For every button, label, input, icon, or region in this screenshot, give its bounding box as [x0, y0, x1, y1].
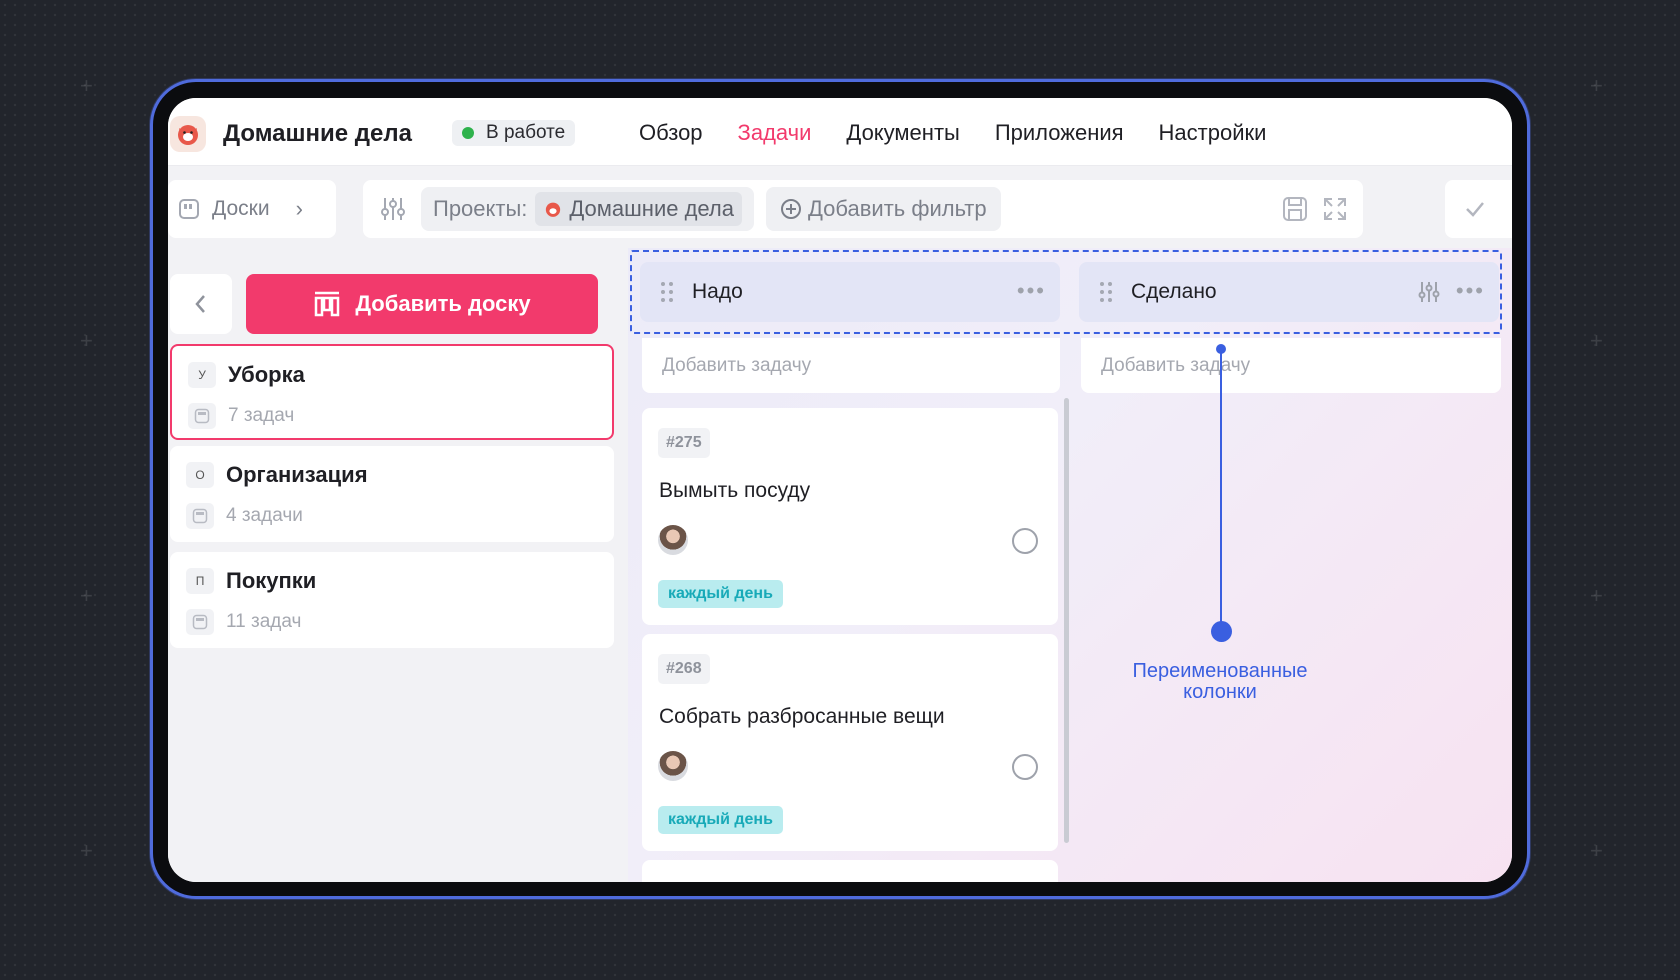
- sliders-icon[interactable]: [379, 195, 407, 223]
- confirm-panel: [1445, 180, 1512, 238]
- task-tag: каждый день: [658, 806, 783, 834]
- task-id: #275: [658, 428, 710, 458]
- expand-icon[interactable]: [1321, 195, 1349, 223]
- annotation-line-1: Переименованные: [1132, 660, 1308, 682]
- board-icon: [179, 199, 199, 219]
- status-dot-icon: [462, 127, 474, 139]
- add-board-label: Добавить доску: [355, 291, 531, 316]
- board-name: Организация: [226, 462, 368, 487]
- boards-sidebar: Добавить доску У Уборка 7 задач О Органи…: [168, 248, 614, 882]
- plus-circle-icon: [781, 199, 801, 219]
- tab-overview[interactable]: Обзор: [639, 120, 703, 146]
- status-label: В работе: [486, 122, 566, 143]
- boards-label: Доски: [212, 197, 270, 220]
- add-board-icon: [315, 291, 340, 317]
- task-card-partial[interactable]: [642, 860, 1058, 882]
- collapse-sidebar-button[interactable]: [170, 274, 232, 334]
- main-nav: Обзор Задачи Документы Приложения Настро…: [639, 120, 1301, 146]
- chevron-left-icon: [195, 295, 205, 313]
- project-value-chip[interactable]: Домашние дела: [535, 192, 742, 226]
- task-title: Вымыть посуду: [659, 479, 811, 502]
- boards-toggle[interactable]: Доски ›: [168, 180, 336, 238]
- save-icon[interactable]: [1281, 195, 1309, 223]
- board-name: Покупки: [226, 568, 317, 593]
- task-tag: каждый день: [658, 580, 783, 608]
- board-letter: У: [188, 362, 216, 388]
- project-logo-icon: [546, 202, 561, 217]
- plus-decoration: +: [80, 73, 93, 98]
- plus-decoration: +: [1590, 583, 1603, 608]
- board-letter: П: [186, 568, 214, 594]
- board-icon: [186, 503, 214, 529]
- plus-decoration: +: [80, 583, 93, 608]
- plus-decoration: +: [1590, 73, 1603, 98]
- tab-tasks[interactable]: Задачи: [738, 120, 812, 146]
- complete-task-checkbox[interactable]: [1012, 528, 1038, 554]
- filter-bar: Проекты: Домашние дела Добавить фильтр: [363, 180, 1363, 238]
- board-letter: О: [186, 462, 214, 488]
- annotation-label: Переименованные колонки: [1100, 661, 1340, 703]
- board-task-count: 4 задачи: [226, 505, 303, 526]
- board-item-organization[interactable]: О Организация 4 задачи: [170, 446, 614, 542]
- task-card[interactable]: #275 Вымыть посуду каждый день: [642, 408, 1058, 625]
- projects-filter-chip[interactable]: Проекты: Домашние дела: [421, 187, 754, 231]
- plus-decoration: +: [1590, 328, 1603, 353]
- annotation-line-2: колонки: [1183, 681, 1257, 703]
- board-item-cleaning[interactable]: У Уборка 7 задач: [170, 344, 614, 440]
- board-item-shopping[interactable]: П Покупки 11 задач: [170, 552, 614, 648]
- plus-decoration: +: [1590, 838, 1603, 863]
- project-title: Домашние дела: [223, 120, 412, 147]
- plus-decoration: +: [80, 328, 93, 353]
- task-id: #268: [658, 654, 710, 684]
- chevron-right-icon: ›: [295, 196, 303, 221]
- tab-settings[interactable]: Настройки: [1159, 120, 1267, 146]
- board-task-count: 11 задач: [226, 611, 302, 632]
- add-task-button-done[interactable]: Добавить задачу: [1081, 338, 1501, 393]
- board-icon: [188, 403, 216, 429]
- add-task-button-todo[interactable]: Добавить задачу: [642, 338, 1060, 393]
- board-task-count: 7 задач: [228, 405, 295, 426]
- add-filter-label: Добавить фильтр: [808, 196, 987, 221]
- project-value: Домашние дела: [569, 196, 734, 221]
- avatar[interactable]: [658, 751, 688, 781]
- board-icon: [186, 609, 214, 635]
- app-screen: Домашние дела В работе Обзор Задачи Доку…: [168, 98, 1512, 882]
- check-icon[interactable]: [1463, 197, 1487, 221]
- tab-apps[interactable]: Приложения: [995, 120, 1124, 146]
- projects-label: Проекты:: [433, 196, 528, 221]
- add-board-button[interactable]: Добавить доску: [246, 274, 598, 334]
- annotation-dot: [1211, 621, 1232, 642]
- tab-documents[interactable]: Документы: [846, 120, 959, 146]
- renamed-columns-highlight: [630, 250, 1502, 334]
- column-scrollbar[interactable]: [1064, 398, 1069, 843]
- annotation-line: [1220, 348, 1222, 631]
- avatar[interactable]: [658, 525, 688, 555]
- status-badge[interactable]: В работе: [452, 120, 576, 146]
- top-navigation: Домашние дела В работе Обзор Задачи Доку…: [168, 98, 1512, 166]
- project-logo-icon: [170, 116, 206, 152]
- complete-task-checkbox[interactable]: [1012, 754, 1038, 780]
- board-name: Уборка: [228, 362, 305, 387]
- kanban-board: Надо ••• Сделано ••• Добавить задачу Доб…: [628, 248, 1512, 882]
- plus-decoration: +: [80, 838, 93, 863]
- add-filter-button[interactable]: Добавить фильтр: [766, 187, 1001, 231]
- task-card[interactable]: #268 Собрать разбросанные вещи каждый де…: [642, 634, 1058, 851]
- task-title: Собрать разбросанные вещи: [659, 705, 945, 728]
